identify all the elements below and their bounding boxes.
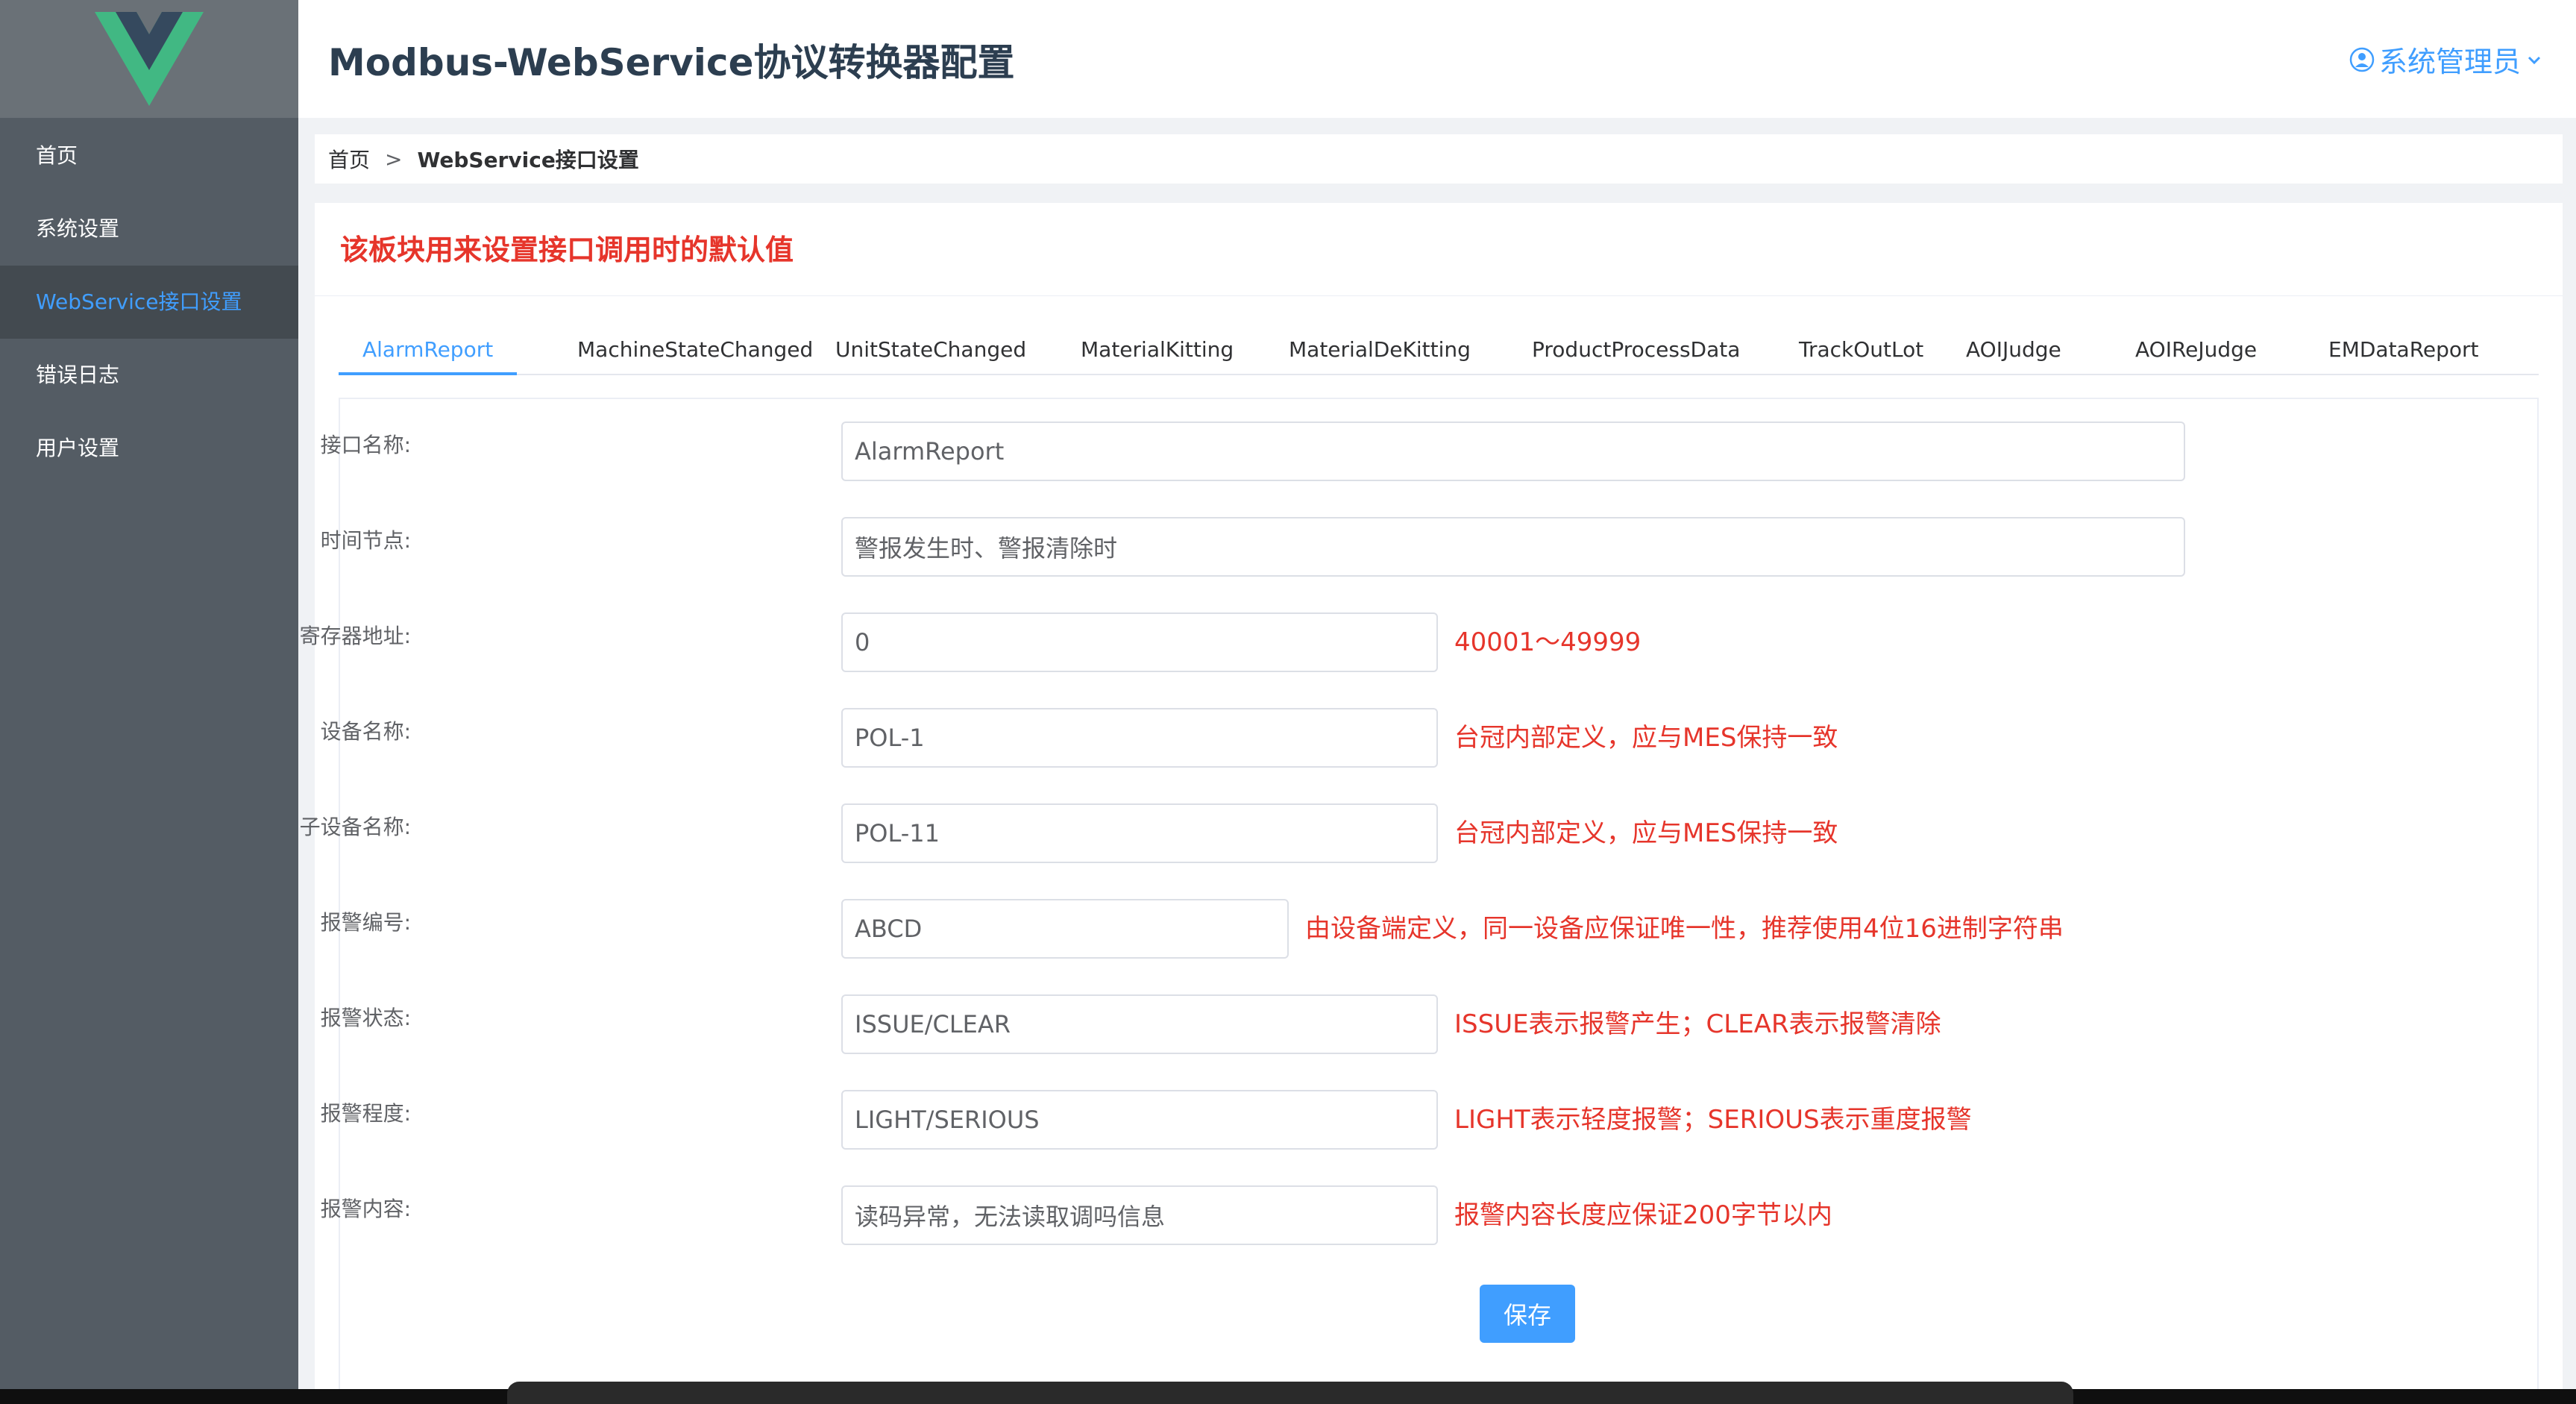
breadcrumb-separator: > xyxy=(385,146,403,172)
sidebar-item-home[interactable]: 首页 xyxy=(0,119,298,192)
notice-text: 该板块用来设置接口调用时的默认值 xyxy=(340,234,794,266)
logo xyxy=(0,0,298,118)
page-title: Modbus-WebService协议转换器配置 xyxy=(328,41,1015,84)
interface-name-label: 接口名称: xyxy=(320,433,411,457)
tab-product-process-data[interactable]: ProductProcessData xyxy=(1532,323,1740,374)
tab-alarm-report[interactable]: AlarmReport xyxy=(339,323,518,375)
sidebar: 首页 系统设置 WebService接口设置 错误日志 用户设置 xyxy=(0,0,298,1389)
alarm-content-hint: 报警内容长度应保证200字节以内 xyxy=(1454,1200,1832,1230)
main-panel: AlarmReport MachineStateChanged UnitStat… xyxy=(300,296,2563,1389)
tab-material-dekitting[interactable]: MaterialDeKitting xyxy=(1289,323,1471,374)
interface-form: 接口名称: 时间节点: 寄存器地址: 40001～49999 设备名称: 台冠内… xyxy=(300,398,2540,1389)
sidebar-item-error-log[interactable]: 错误日志 xyxy=(0,339,298,412)
interface-tabs: AlarmReport MachineStateChanged UnitStat… xyxy=(339,323,2539,375)
alarm-code-hint: 由设备端定义，同一设备应保证唯一性，推荐使用4位16进制字符串 xyxy=(1305,914,2064,944)
register-address-hint: 40001～49999 xyxy=(1454,627,1642,657)
sub-device-name-label: 子设备名称: xyxy=(299,815,411,839)
tab-aoi-judge[interactable]: AOIJudge xyxy=(1966,323,2061,374)
chevron-down-icon xyxy=(2528,56,2541,64)
breadcrumb-home[interactable]: 首页 xyxy=(328,144,370,174)
alarm-state-label: 报警状态: xyxy=(320,1006,411,1030)
time-node-label: 时间节点: xyxy=(320,528,411,553)
user-menu[interactable]: 系统管理员 xyxy=(2349,39,2543,80)
register-address-input[interactable] xyxy=(841,612,1438,672)
device-name-hint: 台冠内部定义，应与MES保持一致 xyxy=(1454,723,1838,753)
interface-name-input[interactable] xyxy=(841,421,2185,481)
form-row-alarm-state: 报警状态: ISSUE表示报警产生；CLEAR表示报警清除 xyxy=(321,994,2540,1054)
alarm-level-input[interactable] xyxy=(841,1090,1438,1150)
tab-aoi-rejudge[interactable]: AOIReJudge xyxy=(2135,323,2257,374)
form-row-alarm-content: 报警内容: 报警内容长度应保证200字节以内 xyxy=(321,1185,2540,1245)
device-name-input[interactable] xyxy=(841,708,1438,768)
time-node-input[interactable] xyxy=(841,517,2185,577)
app-window: 首页 系统设置 WebService接口设置 错误日志 用户设置 Modbus-… xyxy=(0,0,2576,1389)
form-row-alarm-code: 报警编号: 由设备端定义，同一设备应保证唯一性，推荐使用4位16进制字符串 xyxy=(321,899,2540,959)
alarm-state-input[interactable] xyxy=(841,994,1438,1054)
sidebar-item-webservice-settings[interactable]: WebService接口设置 xyxy=(0,266,298,339)
alarm-content-label: 报警内容: xyxy=(320,1197,411,1221)
tab-track-out-lot[interactable]: TrackOutLot xyxy=(1799,323,1923,374)
user-menu-label: 系统管理员 xyxy=(2378,46,2521,78)
tab-machine-state-changed[interactable]: MachineStateChanged xyxy=(577,323,813,374)
tab-unit-state-changed[interactable]: UnitStateChanged xyxy=(835,323,1026,374)
dock-shadow xyxy=(507,1382,2073,1404)
alarm-level-label: 报警程度: xyxy=(320,1101,411,1126)
notice-panel: 该板块用来设置接口调用时的默认值 xyxy=(315,203,2563,296)
sub-device-name-hint: 台冠内部定义，应与MES保持一致 xyxy=(1454,818,1838,848)
form-row-alarm-level: 报警程度: LIGHT表示轻度报警；SERIOUS表示重度报警 xyxy=(321,1090,2540,1150)
form-row-device-name: 设备名称: 台冠内部定义，应与MES保持一致 xyxy=(321,708,2540,768)
sub-device-name-input[interactable] xyxy=(841,803,1438,863)
tab-material-kitting[interactable]: MaterialKitting xyxy=(1081,323,1234,374)
form-row-sub-device-name: 子设备名称: 台冠内部定义，应与MES保持一致 xyxy=(300,803,2540,863)
form-row-time-node: 时间节点: xyxy=(321,517,2540,577)
alarm-code-label: 报警编号: xyxy=(320,910,411,935)
form-row-register-address: 寄存器地址: 40001～49999 xyxy=(300,612,2540,672)
save-button[interactable]: 保存 xyxy=(1480,1285,1575,1343)
alarm-code-input[interactable] xyxy=(841,899,1289,959)
alarm-content-input[interactable] xyxy=(841,1185,1438,1245)
device-name-label: 设备名称: xyxy=(320,719,411,744)
alarm-level-hint: LIGHT表示轻度报警；SERIOUS表示重度报警 xyxy=(1454,1105,1972,1135)
user-circle-icon xyxy=(2349,47,2375,72)
tab-em-data-report[interactable]: EMDataReport xyxy=(2328,323,2479,374)
vue-logo-icon xyxy=(95,12,204,106)
breadcrumb-current: WebService接口设置 xyxy=(417,148,639,172)
form-row-interface-name: 接口名称: xyxy=(321,421,2540,481)
alarm-state-hint: ISSUE表示报警产生；CLEAR表示报警清除 xyxy=(1454,1009,1941,1039)
register-address-label: 寄存器地址: xyxy=(299,624,411,648)
header: Modbus-WebService协议转换器配置 系统管理员 xyxy=(298,0,2576,118)
breadcrumb: 首页 > WebService接口设置 xyxy=(315,134,2563,184)
sidebar-item-system-settings[interactable]: 系统设置 xyxy=(0,192,298,266)
